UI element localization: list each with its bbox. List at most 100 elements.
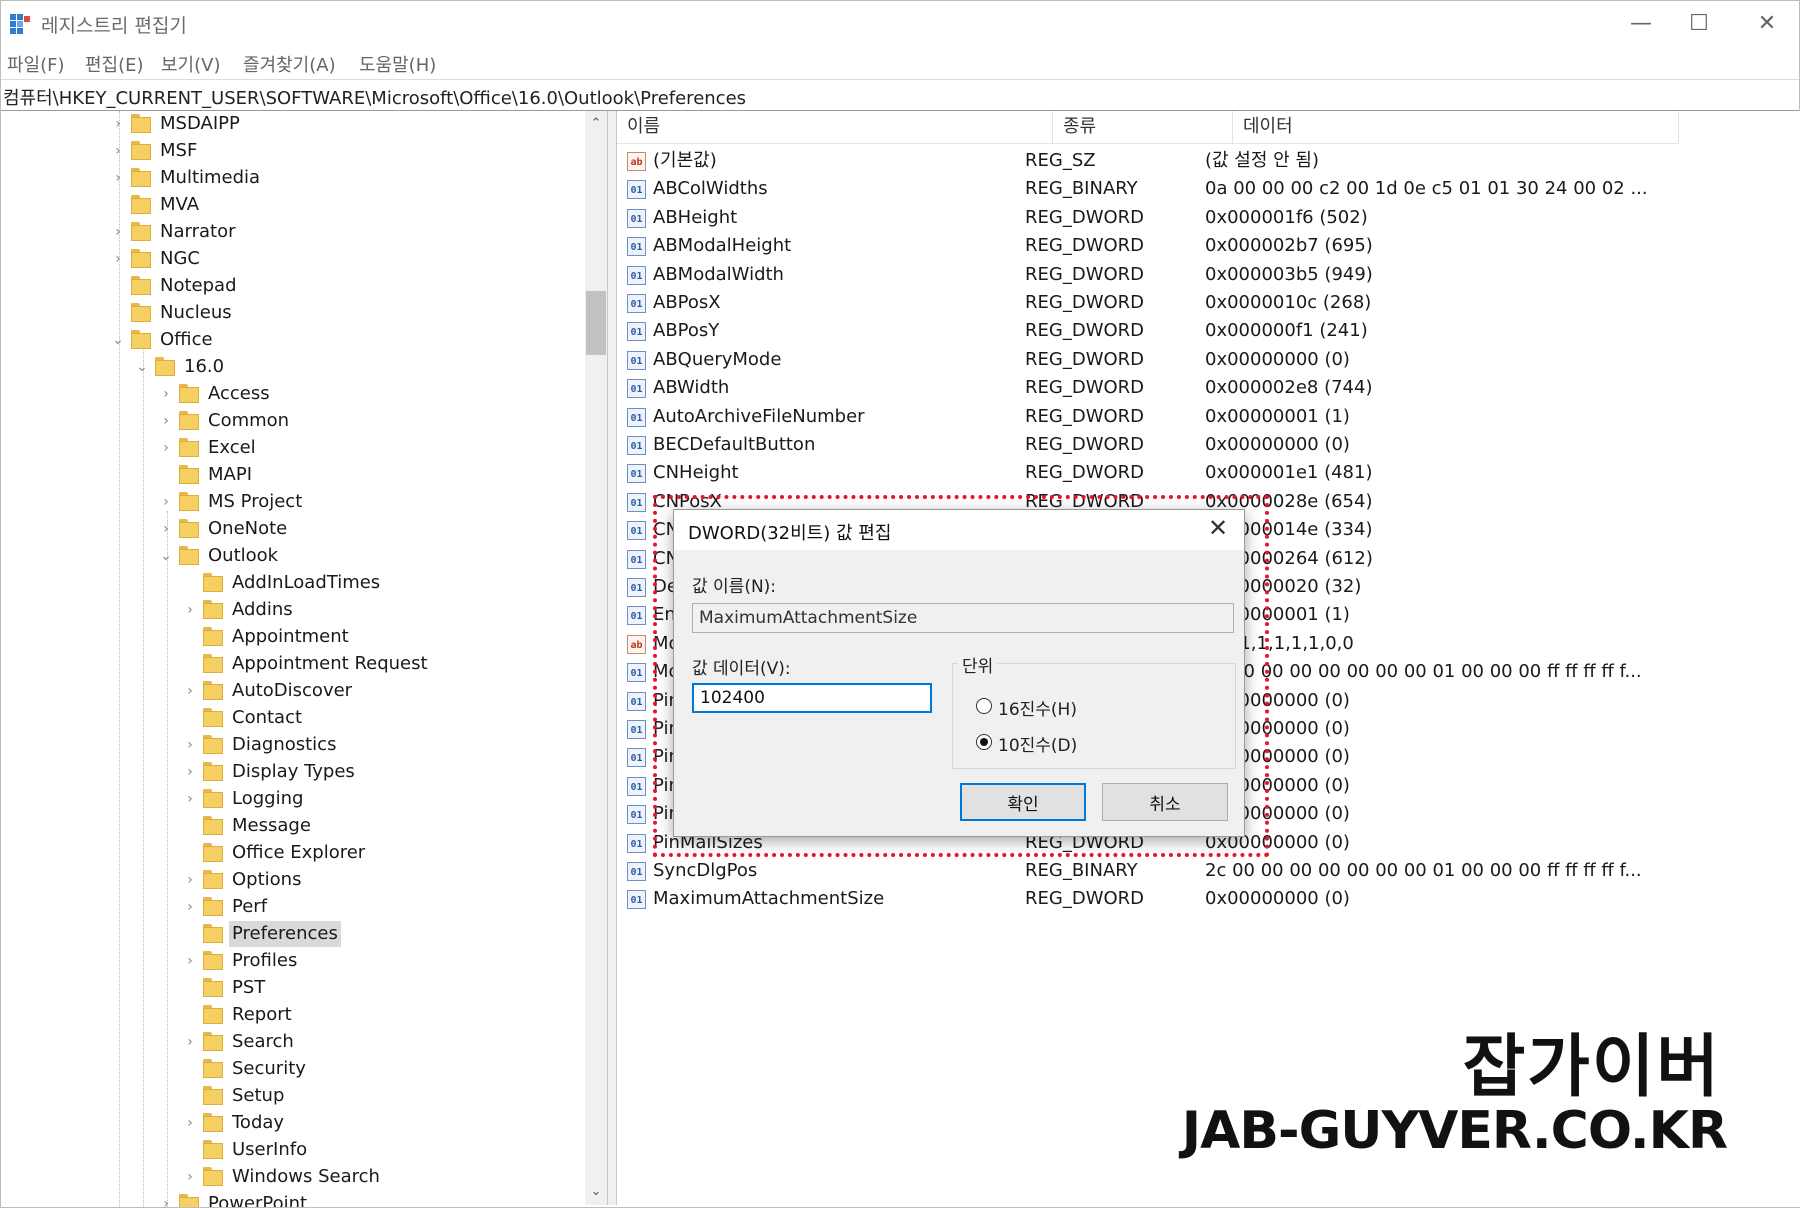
tree-item-label[interactable]: Excel bbox=[205, 435, 259, 461]
tree-item-label[interactable]: Narrator bbox=[157, 219, 238, 245]
tree-item-label[interactable]: AddInLoadTimes bbox=[229, 570, 383, 596]
tree-item-label[interactable]: Search bbox=[229, 1029, 297, 1055]
tree-item-label[interactable]: Nucleus bbox=[157, 300, 235, 326]
tree-item-label[interactable]: MSF bbox=[157, 138, 200, 164]
tree-item-label[interactable]: Windows Search bbox=[229, 1164, 383, 1190]
minimize-button[interactable]: — bbox=[1611, 9, 1671, 39]
expand-chevron-icon[interactable]: › bbox=[109, 219, 127, 245]
collapse-chevron-icon[interactable]: ⌄ bbox=[157, 543, 175, 569]
expand-chevron-icon[interactable]: › bbox=[181, 948, 199, 974]
tree-item-label[interactable]: Security bbox=[229, 1056, 309, 1082]
tree-item-label[interactable]: MSDAIPP bbox=[157, 111, 243, 137]
dialog-close-icon[interactable]: ✕ bbox=[1202, 514, 1234, 542]
tree-item-label[interactable]: Diagnostics bbox=[229, 732, 339, 758]
value-row[interactable]: 01 SyncDlgPos REG_BINARY 2c 00 00 00 00 00 … bbox=[617, 857, 1797, 885]
pane-splitter[interactable] bbox=[607, 111, 617, 1205]
tree-item-label[interactable]: Message bbox=[229, 813, 314, 839]
scroll-thumb[interactable] bbox=[586, 291, 606, 355]
expand-chevron-icon[interactable]: › bbox=[157, 489, 175, 515]
tree-item-label[interactable]: Today bbox=[229, 1110, 287, 1136]
key-tree-pane[interactable]: › MSDAIPP › MSF › Multimedia MVA › Narrator › NGC N… bbox=[1, 111, 607, 1207]
value-data-field[interactable] bbox=[692, 683, 932, 713]
tree-item-label[interactable]: PowerPoint bbox=[205, 1191, 310, 1207]
expand-chevron-icon[interactable]: › bbox=[181, 1164, 199, 1190]
expand-chevron-icon[interactable]: › bbox=[181, 597, 199, 623]
tree-item-label[interactable]: Profiles bbox=[229, 948, 300, 974]
dec-radio[interactable] bbox=[976, 734, 992, 750]
tree-item-label[interactable]: Options bbox=[229, 867, 304, 893]
close-button[interactable]: ✕ bbox=[1737, 9, 1797, 39]
expand-chevron-icon[interactable]: › bbox=[181, 759, 199, 785]
value-row[interactable]: 01 ABPosX REG_DWORD 0x0000010c (268) bbox=[617, 289, 1797, 317]
value-row[interactable]: 01 CNHeight REG_DWORD 0x000001e1 (481) bbox=[617, 459, 1797, 487]
expand-chevron-icon[interactable]: › bbox=[157, 408, 175, 434]
expand-chevron-icon[interactable]: › bbox=[109, 138, 127, 164]
hex-radio-label[interactable]: 16진수(H) bbox=[998, 695, 1077, 720]
tree-item-label[interactable]: MVA bbox=[157, 192, 202, 218]
tree-item-label[interactable]: Preferences bbox=[229, 921, 341, 947]
expand-chevron-icon[interactable]: › bbox=[157, 1191, 175, 1207]
expand-chevron-icon[interactable]: › bbox=[157, 516, 175, 542]
tree-scrollbar[interactable]: ⌃ ⌄ bbox=[585, 111, 607, 1205]
tree-item-label[interactable]: Common bbox=[205, 408, 292, 434]
tree-item-label[interactable]: PST bbox=[229, 975, 268, 1001]
expand-chevron-icon[interactable]: › bbox=[181, 894, 199, 920]
column-type[interactable]: 종류 bbox=[1053, 111, 1233, 143]
tree-item-label[interactable]: Appointment bbox=[229, 624, 352, 650]
expand-chevron-icon[interactable]: › bbox=[181, 678, 199, 704]
tree-item-label[interactable]: Perf bbox=[229, 894, 270, 920]
value-row[interactable]: 01 ABWidth REG_DWORD 0x000002e8 (744) bbox=[617, 374, 1797, 402]
tree-item-label[interactable]: Access bbox=[205, 381, 273, 407]
tree-item-label[interactable]: Multimedia bbox=[157, 165, 263, 191]
menu-help[interactable]: 도움말(H) bbox=[359, 51, 436, 77]
collapse-chevron-icon[interactable]: ⌄ bbox=[133, 354, 151, 380]
scroll-down-arrow-icon[interactable]: ⌄ bbox=[585, 1181, 607, 1203]
tree-item-label[interactable]: AutoDiscover bbox=[229, 678, 355, 704]
value-row[interactable]: 01 AutoArchiveFileNumber REG_DWORD 0x000000… bbox=[617, 403, 1797, 431]
menu-view[interactable]: 보기(V) bbox=[161, 51, 220, 77]
expand-chevron-icon[interactable]: › bbox=[109, 111, 127, 137]
ok-button[interactable]: 확인 bbox=[960, 783, 1086, 821]
value-row[interactable]: 01 ABColWidths REG_BINARY 0a 00 00 00 c2 00… bbox=[617, 175, 1797, 203]
tree-item-label[interactable]: Display Types bbox=[229, 759, 358, 785]
menu-edit[interactable]: 편집(E) bbox=[85, 51, 144, 77]
menu-file[interactable]: 파일(F) bbox=[7, 51, 65, 77]
expand-chevron-icon[interactable]: › bbox=[181, 1110, 199, 1136]
tree-item-label[interactable]: Report bbox=[229, 1002, 295, 1028]
expand-chevron-icon[interactable]: › bbox=[157, 435, 175, 461]
tree-item-label[interactable]: MS Project bbox=[205, 489, 305, 515]
value-row[interactable]: 01 ABModalHeight REG_DWORD 0x000002b7 (695) bbox=[617, 232, 1797, 260]
tree-item-label[interactable]: Outlook bbox=[205, 543, 281, 569]
value-row[interactable]: 01 ABHeight REG_DWORD 0x000001f6 (502) bbox=[617, 204, 1797, 232]
value-row[interactable]: 01 ABModalWidth REG_DWORD 0x000003b5 (949) bbox=[617, 261, 1797, 289]
tree-item-label[interactable]: Appointment Request bbox=[229, 651, 431, 677]
tree-item-label[interactable]: UserInfo bbox=[229, 1137, 310, 1163]
hex-radio[interactable] bbox=[976, 698, 992, 714]
column-name[interactable]: 이름 bbox=[617, 111, 1053, 143]
expand-chevron-icon[interactable]: › bbox=[109, 246, 127, 272]
expand-chevron-icon[interactable]: › bbox=[181, 786, 199, 812]
column-data[interactable]: 데이터 bbox=[1233, 111, 1679, 143]
tree-item-label[interactable]: Contact bbox=[229, 705, 305, 731]
tree-item-label[interactable]: Logging bbox=[229, 786, 306, 812]
value-row[interactable]: 01 ABPosY REG_DWORD 0x000000f1 (241) bbox=[617, 317, 1797, 345]
expand-chevron-icon[interactable]: › bbox=[157, 381, 175, 407]
scroll-up-arrow-icon[interactable]: ⌃ bbox=[585, 113, 607, 135]
tree-item-label[interactable]: NGC bbox=[157, 246, 203, 272]
tree-item-label[interactable]: Notepad bbox=[157, 273, 240, 299]
dec-radio-label[interactable]: 10진수(D) bbox=[998, 731, 1077, 756]
expand-chevron-icon[interactable]: › bbox=[181, 867, 199, 893]
tree-item-label[interactable]: Setup bbox=[229, 1083, 287, 1109]
tree-item-label[interactable]: Office bbox=[157, 327, 216, 353]
tree-item-label[interactable]: Office Explorer bbox=[229, 840, 368, 866]
expand-chevron-icon[interactable]: › bbox=[181, 1029, 199, 1055]
menu-favorites[interactable]: 즐겨찾기(A) bbox=[243, 51, 336, 77]
collapse-chevron-icon[interactable]: ⌄ bbox=[109, 327, 127, 353]
expand-chevron-icon[interactable]: › bbox=[181, 732, 199, 758]
tree-item-label[interactable]: MAPI bbox=[205, 462, 255, 488]
tree-item-label[interactable]: Addins bbox=[229, 597, 296, 623]
cancel-button[interactable]: 취소 bbox=[1102, 783, 1228, 821]
value-row[interactable]: 01 MaximumAttachmentSize REG_DWORD 0x000000… bbox=[617, 885, 1797, 913]
value-row[interactable]: 01 ABQueryMode REG_DWORD 0x00000000 (0) bbox=[617, 346, 1797, 374]
value-name-field[interactable] bbox=[692, 603, 1234, 633]
